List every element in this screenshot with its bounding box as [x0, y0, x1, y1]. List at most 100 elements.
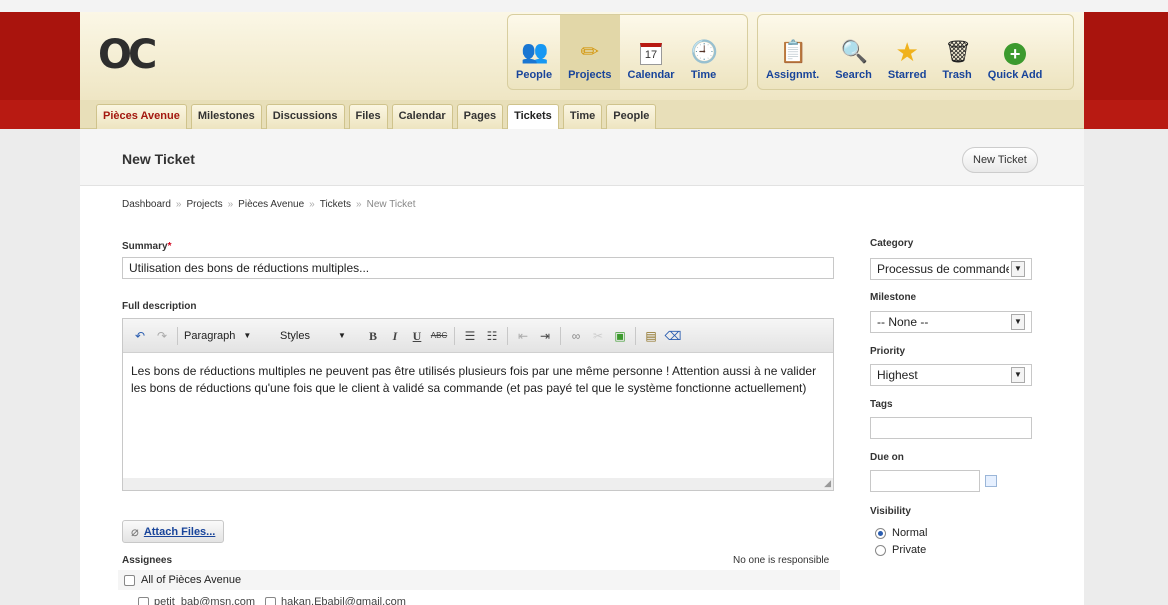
- toolbar-separator: [560, 326, 561, 345]
- breadcrumb-tickets[interactable]: Tickets: [320, 199, 351, 210]
- attach-files-label: Attach Files...: [143, 525, 216, 538]
- summary-input[interactable]: Utilisation des bons de réductions multi…: [122, 257, 834, 279]
- tags-input[interactable]: [870, 417, 1032, 439]
- underline-icon[interactable]: U: [408, 327, 426, 345]
- assignee-email: petit_bab@msn.com: [154, 596, 256, 605]
- tab-files[interactable]: Files: [348, 104, 388, 129]
- image-icon[interactable]: ▣: [611, 327, 629, 345]
- editor-footer: ◢: [123, 478, 833, 490]
- bold-icon[interactable]: B: [364, 327, 382, 345]
- breadcrumb-current: New Ticket: [366, 199, 416, 210]
- outdent-icon[interactable]: ⇤: [514, 327, 532, 345]
- activecollab-logo[interactable]: OC: [98, 32, 157, 78]
- calendar-picker-icon[interactable]: [985, 475, 997, 487]
- nav-label: Starred: [887, 69, 927, 81]
- priority-label: Priority: [870, 346, 906, 357]
- toolbar-separator: [177, 326, 178, 345]
- toolbar-separator: [507, 326, 508, 345]
- styles-select[interactable]: Styles ▼: [280, 330, 360, 342]
- attach-files-button[interactable]: ⌀ Attach Files...: [122, 520, 225, 543]
- breadcrumb-project[interactable]: Pièces Avenue: [238, 199, 304, 210]
- due-on-input[interactable]: [870, 470, 980, 492]
- page-title: New Ticket: [122, 151, 195, 167]
- nav-quick-add[interactable]: + Quick Add: [980, 15, 1051, 89]
- nav-trash[interactable]: 🗑 Trash: [934, 15, 979, 89]
- priority-value: Highest: [877, 368, 918, 382]
- main-nav-group: 👥 People ✏ Projects 17 Calendar 🕘 Time: [507, 14, 748, 90]
- toolbar-separator: [635, 326, 636, 345]
- tab-people[interactable]: People: [606, 104, 657, 129]
- milestone-select[interactable]: -- None -- ▼: [870, 311, 1032, 333]
- milestone-value: -- None --: [877, 315, 929, 329]
- toolbar-separator: [454, 326, 455, 345]
- assignee-user[interactable]: hakan.Ebabil@gmail.com: [265, 596, 406, 605]
- format-select[interactable]: Paragraph ▼: [184, 330, 276, 342]
- format-select-value: Paragraph: [184, 329, 236, 342]
- nav-label: Projects: [568, 69, 612, 81]
- visibility-private[interactable]: Private: [875, 544, 926, 556]
- paperclip-icon: ⌀: [131, 523, 139, 539]
- header: OC 👥 People ✏ Projects 17 Calendar 🕘 Tim…: [80, 12, 1084, 100]
- editor-toolbar: ↶ ↷ Paragraph ▼ Styles ▼ B I U ABC ☰ ☷ ⇤ ⇥…: [123, 319, 833, 353]
- nav-search[interactable]: 🔍 Search: [827, 15, 880, 89]
- projects-icon: ✏: [580, 39, 599, 64]
- assignee-user[interactable]: petit_bab@msn.com: [138, 596, 255, 605]
- tab-time[interactable]: Time: [562, 104, 603, 129]
- nav-people[interactable]: 👥 People: [508, 15, 560, 89]
- breadcrumb-projects[interactable]: Projects: [186, 199, 222, 210]
- nav-assignments[interactable]: 📋 Assignmt.: [758, 15, 827, 89]
- right-gutter: [1084, 129, 1168, 605]
- new-ticket-button[interactable]: New Ticket: [962, 147, 1038, 173]
- tab-tickets[interactable]: Tickets: [507, 104, 559, 129]
- undo-icon[interactable]: ↶: [131, 327, 149, 345]
- nav-calendar[interactable]: 17 Calendar: [620, 15, 683, 89]
- tab-discussions[interactable]: Discussions: [265, 104, 345, 129]
- assign-all-row[interactable]: All of Pièces Avenue: [118, 570, 840, 590]
- editor-content[interactable]: Les bons de réductions multiples ne peuv…: [123, 353, 833, 407]
- visibility-private-label: Private: [892, 544, 927, 556]
- redo-icon[interactable]: ↷: [153, 327, 171, 345]
- visibility-private-radio[interactable]: [875, 544, 886, 556]
- project-tabbar: Pièces Avenue Milestones Discussions Fil…: [80, 100, 1084, 129]
- indent-icon[interactable]: ⇥: [536, 327, 554, 345]
- app-window: OC 👥 People ✏ Projects 17 Calendar 🕘 Tim…: [80, 12, 1084, 605]
- chevron-down-icon: ▼: [243, 331, 252, 340]
- assign-all-checkbox[interactable]: [124, 574, 135, 586]
- assignee-checkbox[interactable]: [138, 596, 149, 605]
- clipboard-icon: 📋: [779, 39, 807, 64]
- left-gutter: [0, 129, 80, 605]
- category-select[interactable]: Processus de commande ▼: [870, 258, 1032, 280]
- link-icon[interactable]: ∞: [567, 327, 585, 345]
- nav-projects[interactable]: ✏ Projects: [560, 15, 620, 89]
- paste-icon[interactable]: ▤: [642, 327, 660, 345]
- bullet-list-icon[interactable]: ☰: [461, 327, 479, 345]
- tags-label: Tags: [870, 399, 893, 410]
- chevron-down-icon: ▼: [1011, 314, 1025, 330]
- visibility-normal-radio[interactable]: [875, 527, 886, 539]
- nav-label: Trash: [942, 69, 972, 81]
- secondary-nav-group: 📋 Assignmt. 🔍 Search ★ Starred 🗑 Trash +…: [757, 14, 1074, 90]
- strikethrough-icon[interactable]: ABC: [430, 327, 448, 345]
- eraser-icon[interactable]: ⌫: [664, 327, 682, 345]
- visibility-normal[interactable]: Normal: [875, 527, 927, 539]
- numbered-list-icon[interactable]: ☷: [483, 327, 501, 345]
- assignee-checkbox[interactable]: [265, 596, 277, 605]
- resize-handle-icon[interactable]: ◢: [824, 478, 831, 489]
- breadcrumb-separator: »: [227, 199, 234, 210]
- assignee-email: hakan.Ebabil@gmail.com: [281, 596, 406, 605]
- styles-select-value: Styles: [280, 329, 310, 342]
- italic-icon[interactable]: I: [386, 327, 404, 345]
- plus-icon: +: [1004, 43, 1027, 65]
- category-label: Category: [870, 238, 914, 249]
- nav-time[interactable]: 🕘 Time: [683, 15, 725, 89]
- tab-calendar[interactable]: Calendar: [391, 104, 453, 129]
- nav-label: Assignmt.: [766, 69, 820, 81]
- tab-pages[interactable]: Pages: [456, 104, 504, 129]
- tab-project[interactable]: Pièces Avenue: [96, 104, 187, 129]
- nav-label: Quick Add: [987, 69, 1043, 81]
- breadcrumb-dashboard[interactable]: Dashboard: [122, 199, 171, 210]
- nav-starred[interactable]: ★ Starred: [880, 15, 935, 89]
- priority-select[interactable]: Highest ▼: [870, 364, 1032, 386]
- tab-milestones[interactable]: Milestones: [190, 104, 262, 129]
- unlink-icon[interactable]: ✂: [589, 327, 607, 345]
